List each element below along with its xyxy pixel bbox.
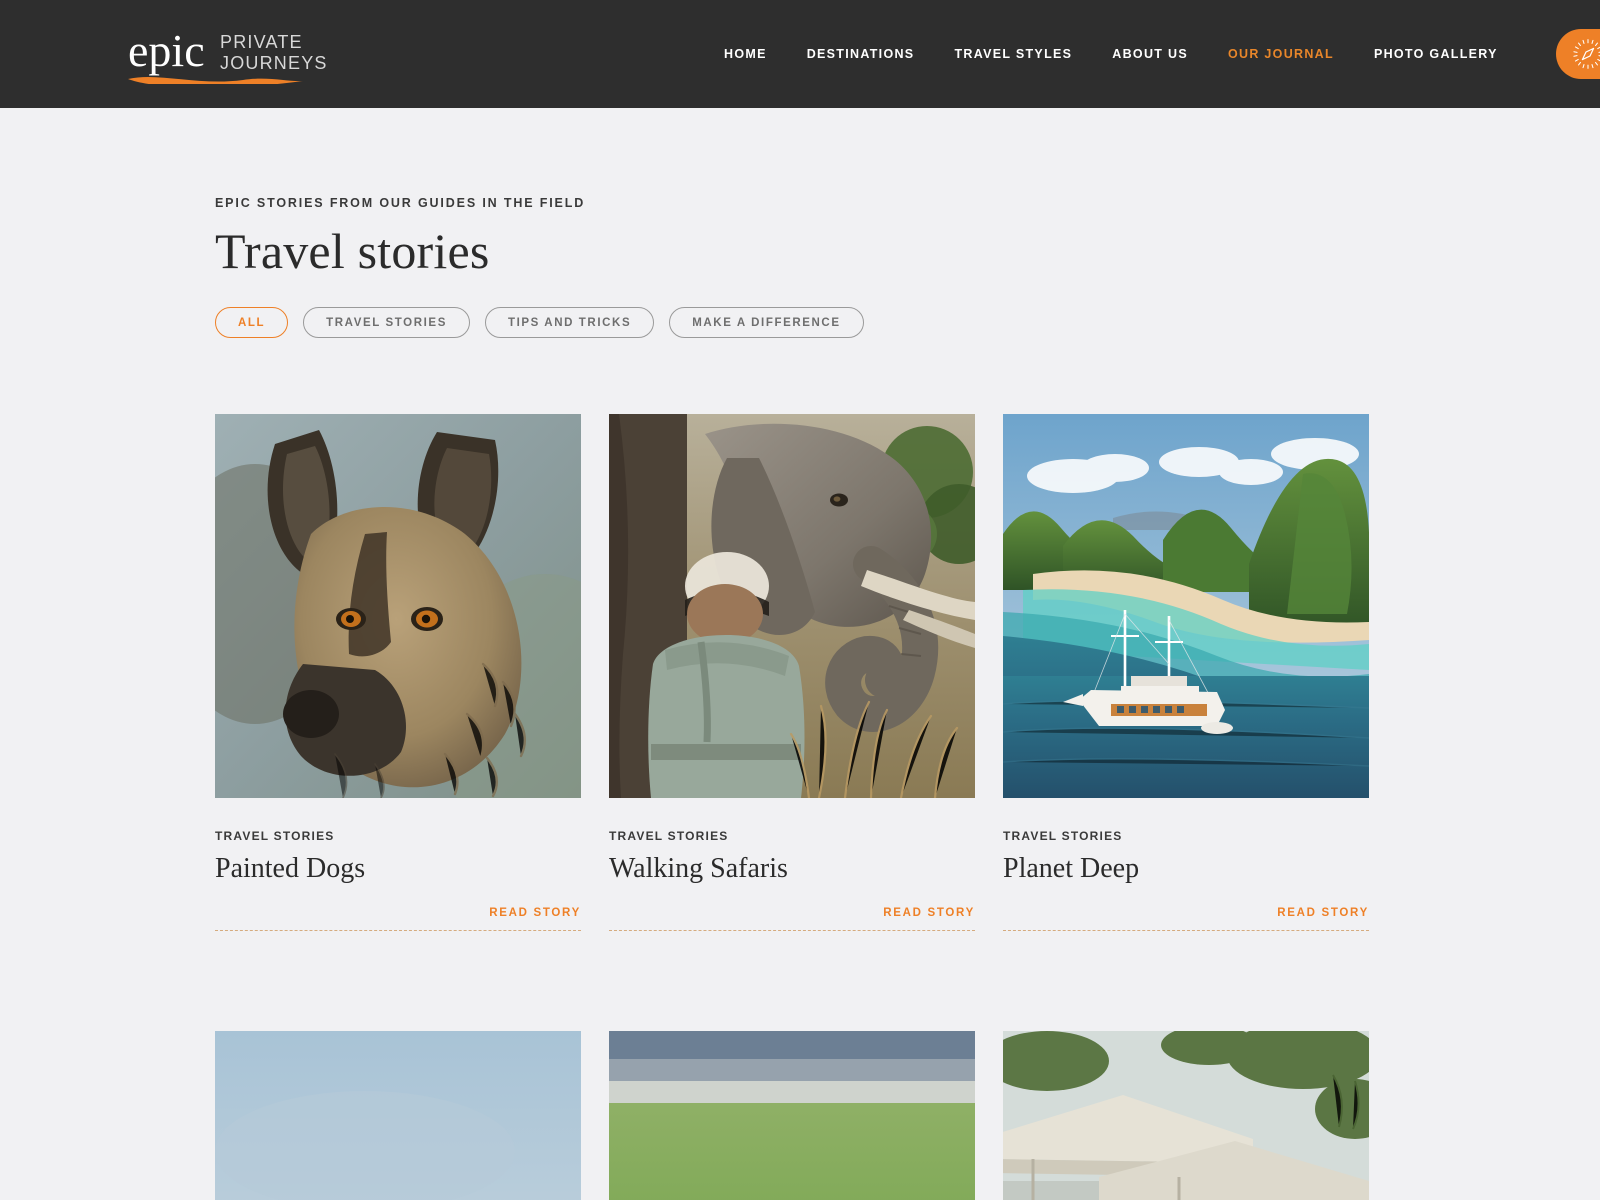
story-card-image-guests-at-safari-camp[interactable] xyxy=(1003,1030,1369,1200)
sailing-boat-tropical-lagoon-illustration xyxy=(1003,414,1369,798)
story-card-category: TRAVEL STORIES xyxy=(1003,829,1123,843)
read-story-link[interactable]: READ STORY xyxy=(1277,907,1369,919)
page-body: EPIC STORIES FROM OUR GUIDES IN THE FIEL… xyxy=(0,196,1600,1200)
svg-text:epic: epic xyxy=(128,25,205,76)
nav-item-about-us[interactable]: ABOUT US xyxy=(1092,48,1208,61)
mountain-and-sky-illustration xyxy=(215,1030,581,1200)
story-card-category: TRAVEL STORIES xyxy=(215,829,335,843)
story-card-title[interactable]: Painted Dogs xyxy=(215,852,581,886)
elephant-and-guide-illustration xyxy=(609,414,975,798)
enquire-button[interactable]: ENQUIRE xyxy=(1555,29,1600,79)
story-card-image-painted-dogs[interactable] xyxy=(215,414,581,798)
nav-item-our-journal[interactable]: OUR JOURNAL xyxy=(1208,48,1354,61)
site-logo[interactable]: epic PRIVATE JOURNEYS xyxy=(128,24,428,84)
content-container: EPIC STORIES FROM OUR GUIDES IN THE FIEL… xyxy=(212,196,1388,1200)
story-card-footer: READ STORY xyxy=(215,903,581,931)
story-card-title[interactable]: Planet Deep xyxy=(1003,852,1369,886)
site-header: epic PRIVATE JOURNEYS HOME DESTINATIONS … xyxy=(0,0,1600,108)
story-card-footer: READ STORY xyxy=(1003,903,1369,931)
lion-in-green-savanna-illustration xyxy=(609,1030,975,1200)
story-card-image-lion-in-green-savanna[interactable] xyxy=(609,1030,975,1200)
read-story-link[interactable]: READ STORY xyxy=(489,907,581,919)
page-eyebrow: EPIC STORIES FROM OUR GUIDES IN THE FIEL… xyxy=(215,196,586,210)
filter-pill-travel-stories[interactable]: TRAVEL STORIES xyxy=(303,307,470,338)
story-card-title[interactable]: Walking Safaris xyxy=(609,852,975,886)
nav-item-home[interactable]: HOME xyxy=(704,48,787,61)
story-card: TRAVEL STORIES Walking Safaris READ STOR… xyxy=(609,414,975,931)
story-card: TRAVEL STORIES Planet Deep READ STORY xyxy=(1003,414,1369,931)
story-card: TRAVEL STORIES Painted Dogs READ STORY xyxy=(215,414,581,931)
story-card-footer: READ STORY xyxy=(609,903,975,931)
nav-item-travel-styles[interactable]: TRAVEL STYLES xyxy=(934,48,1092,61)
compass-icon xyxy=(1573,39,1600,69)
category-filter-bar: ALL TRAVEL STORIES TIPS AND TRICKS MAKE … xyxy=(215,307,1388,338)
main-navigation: HOME DESTINATIONS TRAVEL STYLES ABOUT US… xyxy=(704,48,1518,61)
african-wild-dog-portrait-illustration xyxy=(215,414,581,798)
story-card-grid-row-1: TRAVEL STORIES Painted Dogs READ STORY T… xyxy=(215,414,1388,931)
story-card-category: TRAVEL STORIES xyxy=(609,829,729,843)
nav-item-destinations[interactable]: DESTINATIONS xyxy=(787,48,935,61)
guests-at-safari-camp-illustration xyxy=(1003,1030,1369,1200)
story-card-grid-row-2 xyxy=(215,1030,1388,1200)
logo-artwork: epic PRIVATE JOURNEYS xyxy=(128,25,328,84)
story-card-image-mountain-and-sky[interactable] xyxy=(215,1030,581,1200)
filter-pill-all[interactable]: ALL xyxy=(215,307,289,338)
story-card xyxy=(1003,1030,1369,1200)
page-title: Travel stories xyxy=(215,223,490,279)
story-card xyxy=(215,1030,581,1200)
svg-text:PRIVATE: PRIVATE xyxy=(220,32,303,52)
filter-pill-make-a-difference[interactable]: MAKE A DIFFERENCE xyxy=(669,307,864,338)
story-card xyxy=(609,1030,975,1200)
story-card-image-walking-safaris[interactable] xyxy=(609,414,975,798)
svg-text:JOURNEYS: JOURNEYS xyxy=(220,53,328,73)
story-card-image-planet-deep[interactable] xyxy=(1003,414,1369,798)
filter-pill-tips-and-tricks[interactable]: TIPS AND TRICKS xyxy=(484,307,655,338)
read-story-link[interactable]: READ STORY xyxy=(883,907,975,919)
nav-item-photo-gallery[interactable]: PHOTO GALLERY xyxy=(1354,48,1518,61)
